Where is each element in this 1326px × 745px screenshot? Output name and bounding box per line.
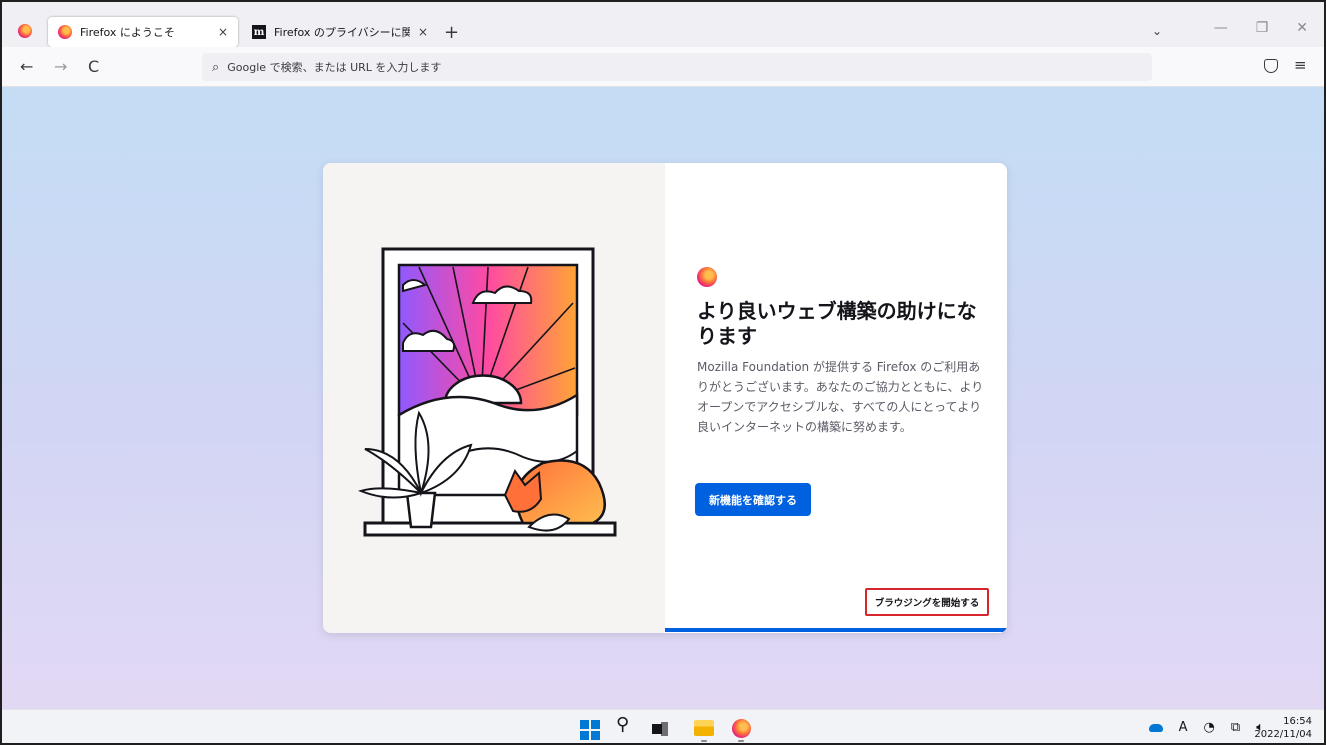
nav-bar: ← → C ⌕ Google で検索、または URL を入力します ≡ xyxy=(2,47,1324,87)
window-fox-illustration xyxy=(357,247,617,537)
running-indicator xyxy=(701,740,707,742)
close-icon[interactable]: × xyxy=(218,25,228,39)
minimize-button[interactable]: — xyxy=(1214,20,1228,36)
start-browsing-button[interactable]: ブラウジングを開始する xyxy=(865,588,989,616)
back-button[interactable]: ← xyxy=(20,57,33,76)
url-bar[interactable]: ⌕ Google で検索、または URL を入力します xyxy=(202,53,1152,81)
task-view-icon[interactable] xyxy=(652,722,668,736)
file-explorer-icon[interactable] xyxy=(694,720,714,736)
clock-time: 16:54 xyxy=(1283,716,1312,727)
taskbar: ⚲ A ◔ ⧉ 🔈︎ 16:54 2022/11/04 xyxy=(2,709,1324,743)
firefox-logo-icon xyxy=(697,267,717,287)
firefox-taskbar-icon[interactable] xyxy=(732,719,751,738)
restore-button[interactable]: ❐ xyxy=(1256,20,1269,36)
close-icon[interactable]: × xyxy=(418,25,428,39)
tab-privacy-notice[interactable]: m Firefox のプライバシーに関する通知 × xyxy=(242,17,438,47)
running-indicator xyxy=(738,740,744,742)
onboarding-progress-bar xyxy=(665,628,1007,632)
welcome-headline: より良いウェブ構築の助けになります xyxy=(697,299,977,348)
mozilla-m-icon: m xyxy=(252,25,266,39)
tab-list-chevron-icon[interactable]: ⌄ xyxy=(1152,24,1162,38)
taskbar-clock[interactable]: 16:54 2022/11/04 xyxy=(1254,715,1312,741)
new-tab-button[interactable]: + xyxy=(444,22,459,43)
page-content: より良いウェブ構築の助けになります Mozilla Foundation が提供… xyxy=(2,87,1324,709)
tab-welcome[interactable]: Firefox にようこそ × xyxy=(48,17,238,47)
clock-date: 2022/11/04 xyxy=(1254,729,1312,740)
welcome-card: より良いウェブ構築の助けになります Mozilla Foundation が提供… xyxy=(323,163,1007,633)
system-tray: A ◔ ⧉ 🔈︎ xyxy=(1148,720,1264,735)
reload-button[interactable]: C xyxy=(88,57,99,76)
screen: Firefox にようこそ × m Firefox のプライバシーに関する通知 … xyxy=(0,0,1326,745)
close-window-button[interactable]: ✕ xyxy=(1296,20,1308,36)
taskbar-search-icon[interactable]: ⚲ xyxy=(616,714,638,736)
tab-strip: Firefox にようこそ × m Firefox のプライバシーに関する通知 … xyxy=(2,2,1324,47)
search-icon: ⌕ xyxy=(212,59,220,75)
tab-label: Firefox にようこそ xyxy=(80,26,175,39)
forward-button[interactable]: → xyxy=(54,57,67,76)
window-controls: — ❐ ✕ xyxy=(1214,20,1308,36)
tab-label: Firefox のプライバシーに関する通知 xyxy=(274,26,410,39)
firefox-app-icon[interactable] xyxy=(18,24,32,38)
display-icon[interactable]: ⧉ xyxy=(1231,720,1240,735)
windows-start-icon[interactable] xyxy=(580,720,600,740)
firefox-icon xyxy=(58,25,72,39)
ime-indicator[interactable]: A xyxy=(1179,720,1188,735)
welcome-body-text: Mozilla Foundation が提供する Firefox のご利用ありが… xyxy=(697,360,984,434)
welcome-content-panel: より良いウェブ構築の助けになります Mozilla Foundation が提供… xyxy=(665,163,1007,633)
illustration-panel xyxy=(323,163,665,633)
hamburger-menu-icon[interactable]: ≡ xyxy=(1294,56,1307,74)
focus-clock-icon[interactable]: ◔ xyxy=(1204,720,1215,735)
url-placeholder: Google で検索、または URL を入力します xyxy=(227,61,442,74)
onedrive-cloud-icon[interactable] xyxy=(1148,723,1163,732)
pocket-icon[interactable] xyxy=(1264,59,1278,73)
see-whats-new-button[interactable]: 新機能を確認する xyxy=(695,483,811,516)
